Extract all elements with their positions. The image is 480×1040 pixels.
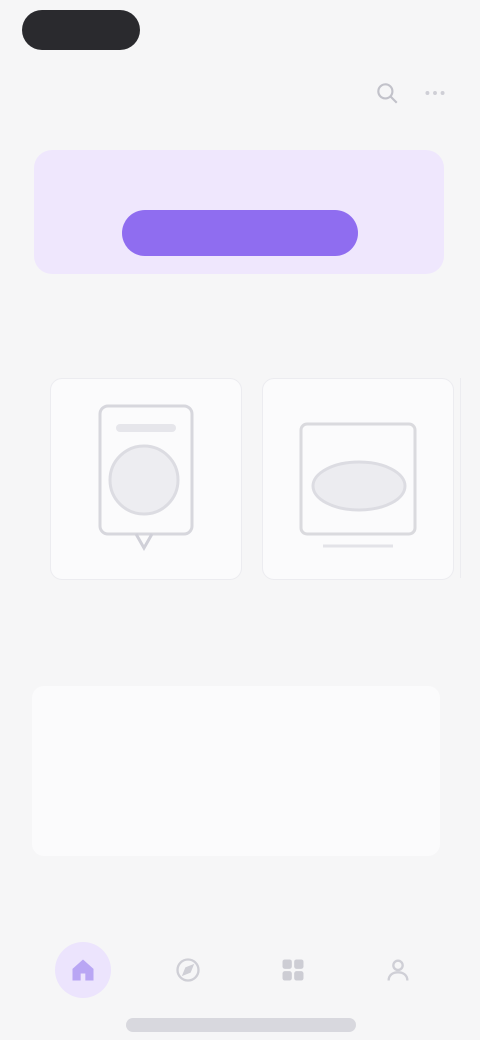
grid-icon bbox=[282, 959, 303, 981]
more-button[interactable] bbox=[420, 78, 450, 108]
nav-apps[interactable] bbox=[265, 942, 321, 998]
banner-action-button[interactable] bbox=[122, 210, 358, 256]
card-illustration bbox=[277, 393, 439, 565]
home-indicator bbox=[126, 1018, 356, 1032]
document-icon bbox=[98, 404, 194, 552]
status-pill bbox=[22, 10, 140, 50]
home-icon bbox=[72, 959, 93, 981]
suggestion-card-hardware[interactable] bbox=[262, 378, 454, 580]
promo-banner bbox=[34, 150, 444, 274]
nav-explore[interactable] bbox=[160, 942, 216, 998]
nav-home[interactable] bbox=[54, 942, 111, 998]
bottom-nav bbox=[0, 930, 480, 1010]
explore-icon bbox=[175, 958, 200, 982]
suggestion-card-peek[interactable] bbox=[460, 378, 480, 578]
news-card[interactable] bbox=[32, 686, 440, 856]
search-button[interactable] bbox=[372, 78, 402, 108]
card-illustration bbox=[65, 393, 227, 565]
suggestion-card-guide[interactable] bbox=[50, 378, 242, 580]
devices-icon bbox=[299, 422, 417, 548]
person-icon bbox=[387, 959, 408, 981]
top-actions bbox=[372, 78, 450, 108]
nav-account[interactable] bbox=[370, 942, 426, 998]
more-icon bbox=[425, 91, 445, 95]
search-icon bbox=[377, 83, 398, 104]
